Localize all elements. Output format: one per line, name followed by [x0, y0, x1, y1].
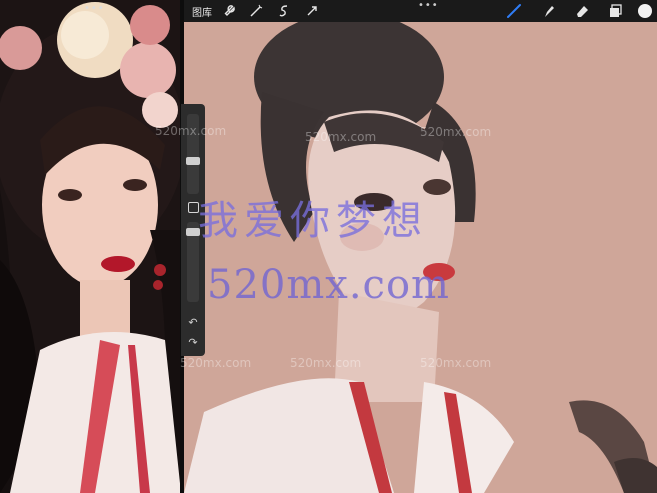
layers-icon[interactable] — [607, 3, 623, 19]
magic-wand-icon[interactable] — [248, 3, 264, 19]
undo-icon[interactable]: ↶ — [186, 316, 200, 330]
redo-icon[interactable]: ↷ — [186, 336, 200, 350]
painting — [184, 22, 657, 493]
smudge-icon[interactable] — [540, 3, 556, 19]
brush-sidebar: ↶ ↷ — [181, 104, 205, 356]
gallery-button[interactable]: 图库 — [192, 4, 212, 19]
reference-photo — [0, 0, 181, 493]
eyedropper-modify-button[interactable] — [188, 202, 199, 213]
top-toolbar: 图库 ••• — [184, 0, 657, 22]
procreate-app: ••• 图库 ••• ↶ ↷ 520mx.com 520mx.com 520mx… — [0, 0, 657, 493]
toolbar-handle[interactable]: ••• — [418, 0, 439, 11]
brush-opacity-thumb[interactable] — [186, 228, 200, 236]
brush-icon[interactable] — [506, 3, 522, 19]
color-circle-icon[interactable] — [637, 3, 653, 19]
transform-arrow-icon[interactable] — [304, 3, 320, 19]
split-view-handle[interactable]: ••• — [84, 3, 105, 14]
selection-icon[interactable] — [276, 3, 292, 19]
wrench-icon[interactable] — [221, 3, 237, 19]
drawing-canvas[interactable] — [184, 22, 657, 493]
brush-size-slider[interactable] — [187, 114, 199, 194]
reference-photo-pane[interactable]: ••• — [0, 0, 181, 493]
eraser-icon[interactable] — [574, 3, 590, 19]
brush-size-thumb[interactable] — [186, 157, 200, 165]
